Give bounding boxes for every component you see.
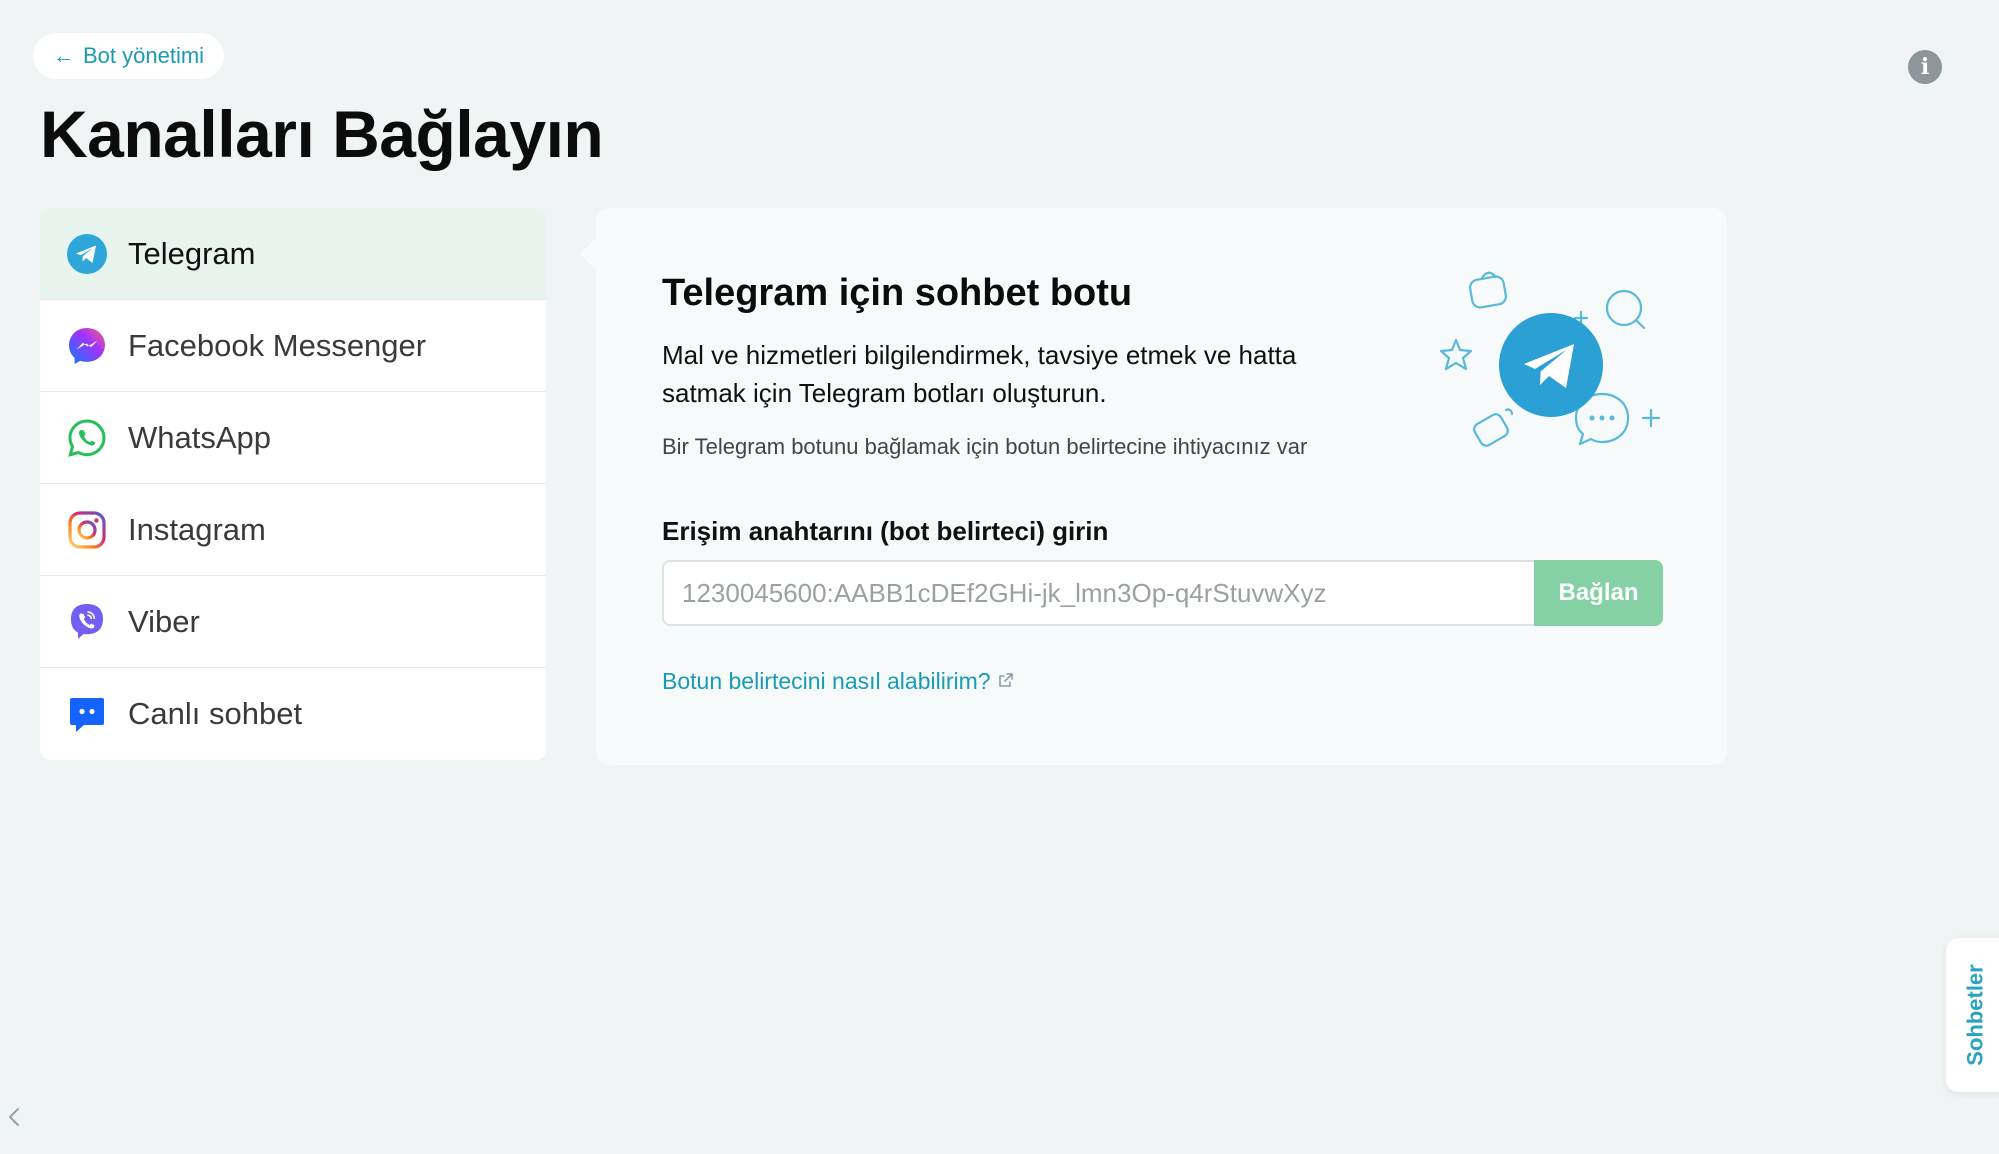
channel-label-facebook-messenger: Facebook Messenger — [128, 327, 427, 363]
whatsapp-icon — [66, 417, 108, 459]
chats-side-tab[interactable]: Sohbetler — [1946, 938, 1999, 1092]
card-description: Mal ve hizmetleri bilgilendirmek, tavsiy… — [662, 340, 1297, 408]
channel-label-whatsapp: WhatsApp — [128, 419, 272, 455]
channel-label-instagram: Instagram — [128, 511, 266, 547]
chats-side-tab-label: Sohbetler — [1963, 964, 1988, 1066]
card-note: Bir Telegram botunu bağlamak için botun … — [662, 434, 1308, 459]
channel-label-telegram: Telegram — [128, 235, 256, 271]
token-field-label: Erişim anahtarını (bot belirteci) girin — [662, 516, 1109, 546]
instagram-icon — [66, 509, 108, 551]
external-link-icon — [997, 668, 1015, 695]
telegram-illustration-icon — [1426, 258, 1676, 468]
info-icon[interactable]: i — [1908, 50, 1942, 84]
chevron-left-icon[interactable] — [4, 1102, 24, 1132]
help-link-label: Botun belirtecini nasıl alabilirim? — [662, 668, 991, 694]
channel-item-viber[interactable]: Viber — [40, 576, 546, 668]
card-pointer — [580, 238, 596, 270]
card-title: Telegram için sohbet botu — [662, 272, 1133, 314]
how-to-get-token-link[interactable]: Botun belirtecini nasıl alabilirim? — [662, 668, 1015, 695]
telegram-setup-card: Telegram için sohbet botu Mal ve hizmetl… — [580, 208, 1727, 765]
connect-button[interactable]: Bağlan — [1534, 560, 1663, 626]
channel-item-whatsapp[interactable]: WhatsApp — [40, 392, 546, 484]
channel-item-live-chat[interactable]: Canlı sohbet — [40, 668, 546, 760]
telegram-icon — [66, 233, 108, 275]
live-chat-icon — [66, 693, 108, 735]
back-to-bot-management-link[interactable]: ← Bot yönetimi — [33, 33, 225, 79]
channel-label-live-chat: Canlı sohbet — [128, 696, 303, 731]
viber-icon — [66, 601, 108, 643]
messenger-icon — [66, 325, 108, 367]
page-title: Kanalları Bağlayın — [40, 97, 604, 171]
channel-item-instagram[interactable]: Instagram — [40, 484, 546, 576]
channel-list: Telegram Facebook Messenger WhatsApp Ins… — [40, 208, 546, 760]
channel-item-telegram[interactable]: Telegram — [40, 208, 546, 300]
channel-label-viber: Viber — [128, 603, 200, 639]
page: ← Bot yönetimi i Kanalları Bağlayın Tele… — [0, 0, 1999, 1154]
back-link-label: Bot yönetimi — [83, 43, 205, 68]
channel-item-facebook-messenger[interactable]: Facebook Messenger — [40, 300, 546, 392]
arrow-left-icon: ← — [53, 43, 75, 68]
bot-token-input[interactable] — [662, 560, 1534, 626]
